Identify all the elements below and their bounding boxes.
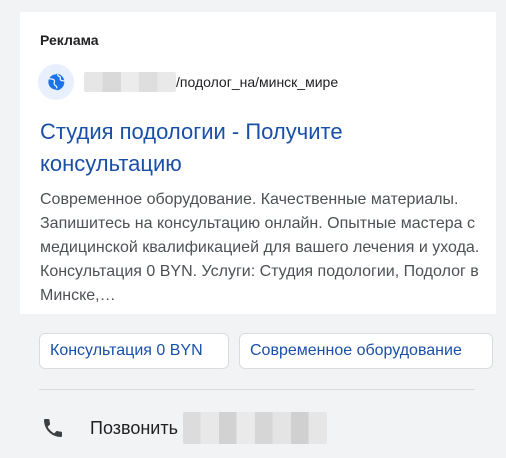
- ad-headline-link[interactable]: Студия подологии - Получите консультацию: [40, 116, 480, 180]
- display-url-path: /подолог_на/минск_мире: [176, 74, 339, 90]
- ad-card: Реклама /подолог_на/минск_мире Студия по…: [20, 12, 496, 314]
- ad-panel: Реклама /подолог_на/минск_мире Студия по…: [0, 0, 506, 458]
- redacted-domain: [84, 72, 176, 92]
- sponsored-label: Реклама: [40, 32, 99, 48]
- call-label: Позвонить: [90, 417, 178, 438]
- divider: [39, 389, 475, 390]
- sitelink-consultation[interactable]: Консультация 0 BYN: [39, 333, 229, 369]
- sitelink-equipment[interactable]: Современное оборудование: [239, 333, 493, 369]
- site-info[interactable]: /подолог_на/минск_мире: [38, 64, 338, 100]
- call-button[interactable]: Позвонить: [39, 408, 339, 448]
- globe-icon: [38, 64, 74, 100]
- ad-description: Современное оборудование. Качественные м…: [40, 191, 480, 304]
- phone-icon: [39, 414, 67, 442]
- redacted-phone-number: [183, 412, 327, 444]
